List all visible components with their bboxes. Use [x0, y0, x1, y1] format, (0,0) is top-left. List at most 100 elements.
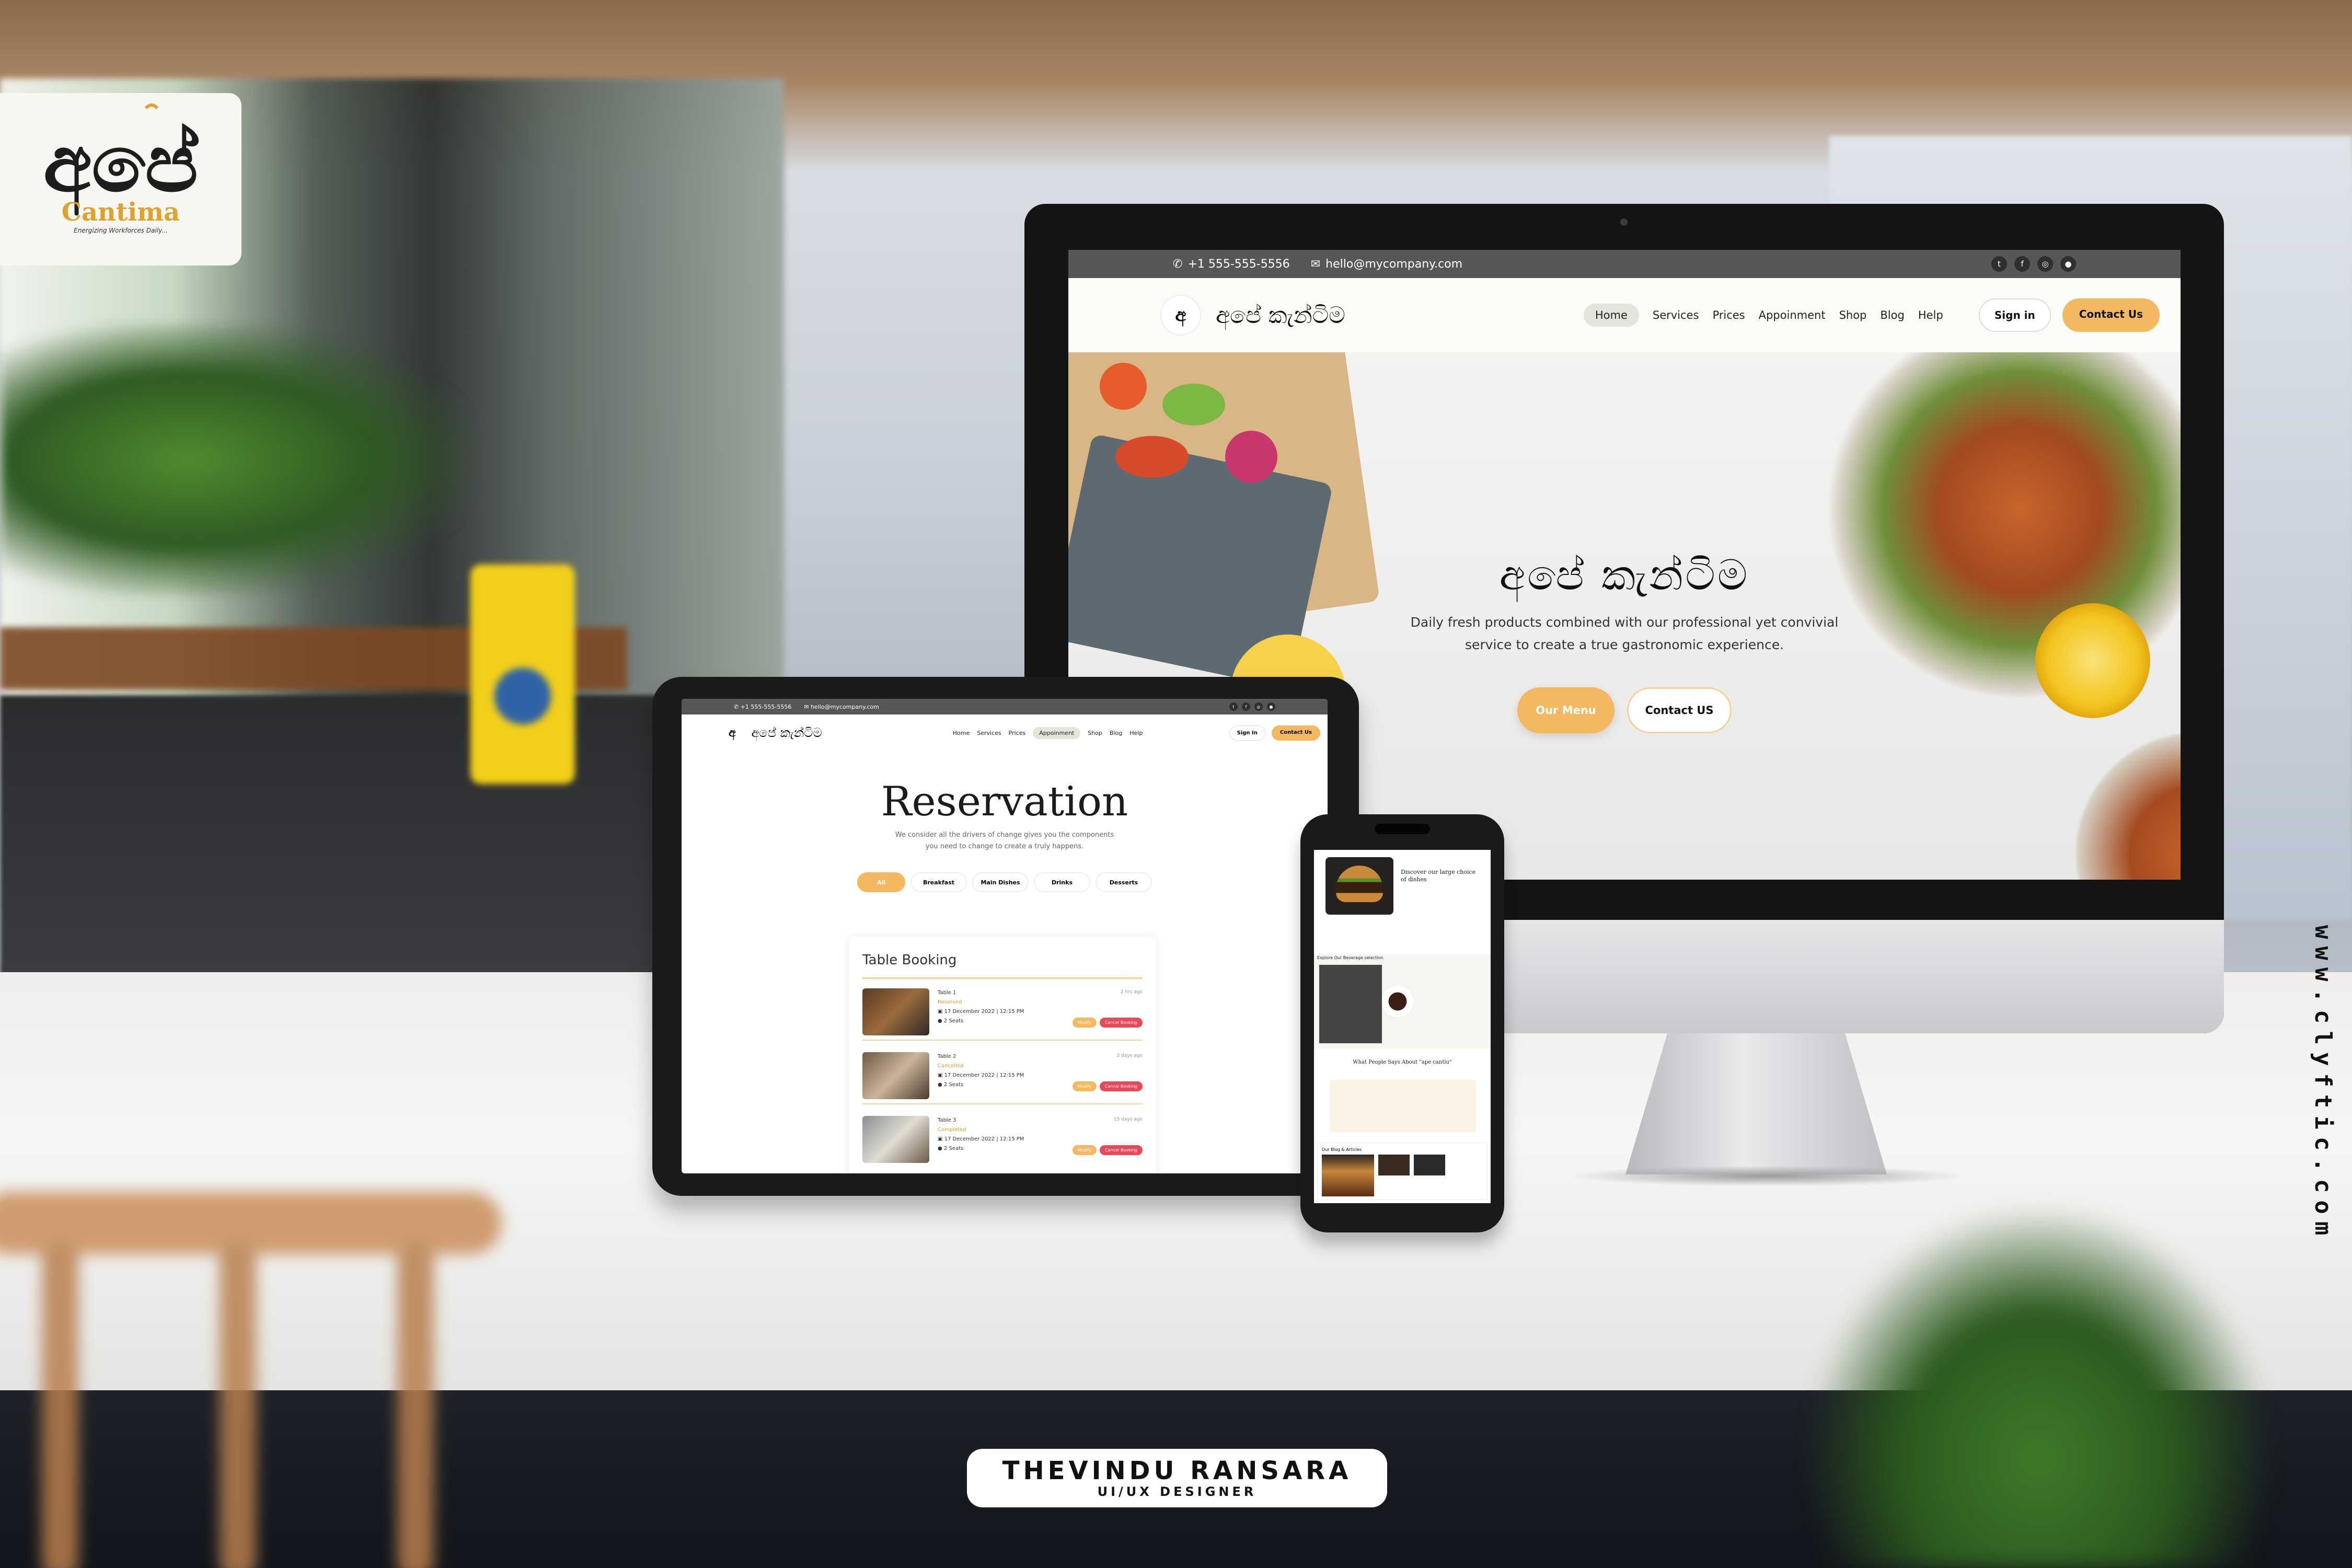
phone-contact[interactable]: ✆ +1 555-555-5556 — [1173, 258, 1290, 271]
testimonial-card[interactable] — [1330, 1080, 1476, 1132]
discover-heading: Discover our large choice of dishes — [1401, 869, 1476, 883]
hero-subtitle: Daily fresh products combined with our p… — [1410, 615, 1839, 652]
main-menu: Home Services Prices Appoinment Shop Blo… — [1583, 304, 1943, 327]
user-icon: ● — [938, 1082, 942, 1088]
site-brand-text[interactable]: අපේ කැන්ටිම — [752, 725, 822, 740]
tab-drinks[interactable]: Drinks — [1034, 872, 1090, 893]
nav-actions: Sign In Contact Us — [1229, 725, 1320, 741]
booking-row[interactable]: Table 1 Reserved ▣ 17 December 2022 | 12… — [862, 988, 1143, 1041]
hero-title: අපේ කැන්ටිම — [1499, 551, 1750, 599]
phone-contact[interactable]: ✆ +1 555-555-5556 — [734, 704, 791, 710]
website-url: www.clyftic.com — [2310, 925, 2336, 1243]
modify-button[interactable]: Modify — [1072, 1018, 1097, 1028]
nav-help[interactable]: Help — [1129, 730, 1143, 736]
main-menu: Home Services Prices Appoinment Shop Blo… — [953, 727, 1143, 739]
reservation-subtitle: We consider all the drivers of change gi… — [895, 831, 1114, 851]
designer-badge: THEVINDU RANSARA UI/UX DESIGNER — [967, 1449, 1387, 1507]
nav-home[interactable]: Home — [953, 730, 970, 736]
designer-name: THEVINDU RANSARA — [1002, 1456, 1352, 1485]
beverage-section — [1314, 954, 1491, 1048]
booking-time-ago: 2 days ago — [1116, 1053, 1143, 1058]
instagram-icon[interactable]: ◎ — [2037, 256, 2053, 272]
blog-section: Our Blog & Articles — [1317, 1143, 1488, 1200]
blurred-yellow-sign — [470, 564, 575, 784]
desktop-topbar: ✆ +1 555-555-5556 ✉ hello@mycompany.com t … — [1068, 250, 2181, 278]
cancel-booking-button[interactable]: Cancel Booking — [1100, 1145, 1143, 1155]
beverage-panel — [1319, 965, 1382, 1043]
nav-shop[interactable]: Shop — [1088, 730, 1102, 736]
tab-breakfast[interactable]: Breakfast — [910, 872, 967, 893]
blog-image[interactable] — [1414, 1155, 1445, 1175]
desktop-navbar: අ අපේ කැන්ටිම Home Services Prices Appoi… — [1068, 278, 2181, 352]
stand-shadow — [1568, 1166, 1965, 1186]
booking-row[interactable]: Table 3 Completed ▣ 17 December 2022 | 1… — [862, 1116, 1143, 1168]
email-contact[interactable]: ✉ hello@mycompany.com — [804, 704, 879, 710]
cancel-booking-button[interactable]: Cancel Booking — [1100, 1081, 1143, 1091]
nav-home[interactable]: Home — [1583, 304, 1639, 327]
our-menu-button[interactable]: Our Menu — [1517, 687, 1615, 733]
tab-all[interactable]: All — [857, 872, 905, 893]
phone-device: Discover our large choice of dishes Expl… — [1300, 814, 1504, 1232]
booking-row[interactable]: Table 2 Cancelled ▣ 17 December 2022 | 1… — [862, 1052, 1143, 1104]
contact-us-hero-button[interactable]: Contact US — [1627, 687, 1732, 733]
github-icon[interactable]: ● — [1267, 702, 1275, 711]
site-brand-text[interactable]: අපේ කැන්ටිම — [1216, 302, 1345, 329]
nav-shop[interactable]: Shop — [1839, 309, 1867, 321]
modify-button[interactable]: Modify — [1072, 1145, 1097, 1155]
phone-icon: ✆ — [1173, 257, 1183, 271]
divider — [862, 977, 1143, 979]
category-tabs: All Breakfast Main Dishes Drinks Dessert… — [682, 872, 1328, 893]
nav-prices[interactable]: Prices — [1712, 309, 1745, 321]
testimonials-heading: What People Says About "ape cantiu" — [1353, 1059, 1452, 1065]
nav-prices[interactable]: Prices — [1009, 730, 1026, 736]
veggie-decor — [1115, 436, 1189, 478]
twitter-icon[interactable]: t — [1991, 256, 2007, 272]
contact-us-button[interactable]: Contact Us — [1271, 725, 1320, 741]
tab-main-dishes[interactable]: Main Dishes — [972, 872, 1029, 893]
brand-glyph: අපේ — [43, 118, 199, 210]
nav-appointment[interactable]: Appoinment — [1759, 309, 1826, 321]
booking-time-ago: 15 days ago — [1113, 1117, 1143, 1122]
instagram-icon[interactable]: ◎ — [1254, 702, 1263, 711]
table-photo — [862, 988, 929, 1035]
sign-in-button[interactable]: Sign In — [1229, 725, 1265, 741]
cancel-booking-button[interactable]: Cancel Booking — [1100, 1018, 1143, 1028]
site-logo[interactable]: අ — [729, 727, 736, 740]
nav-help[interactable]: Help — [1918, 309, 1943, 321]
camera-icon — [1620, 218, 1628, 226]
nav-blog[interactable]: Blog — [1110, 730, 1122, 736]
veggie-decor — [1225, 431, 1277, 483]
nav-appointment[interactable]: Appoinment — [1033, 727, 1081, 739]
veggie-decor — [1100, 363, 1147, 410]
nav-blog[interactable]: Blog — [1880, 309, 1904, 321]
calendar-icon: ▣ — [938, 1009, 943, 1014]
contact-us-button[interactable]: Contact Us — [2062, 298, 2160, 332]
blog-image[interactable] — [1378, 1155, 1410, 1175]
booking-info: Table 3 Completed ▣ 17 December 2022 | 1… — [938, 1117, 1024, 1151]
food-bowl-image — [2061, 718, 2181, 880]
nav-services[interactable]: Services — [1653, 309, 1699, 321]
github-icon[interactable]: ● — [2060, 256, 2076, 272]
sign-in-button[interactable]: Sign in — [1978, 298, 2051, 332]
burger-image — [1325, 857, 1393, 915]
facebook-icon[interactable]: f — [1242, 702, 1250, 711]
table-booking-card: Table Booking Table 1 Reserved ▣ 17 Dece… — [849, 937, 1156, 1173]
booking-actions: Modify Cancel Booking — [1072, 1081, 1143, 1091]
site-logo[interactable]: අ — [1160, 295, 1201, 336]
modify-button[interactable]: Modify — [1072, 1081, 1097, 1091]
twitter-icon[interactable]: t — [1229, 702, 1238, 711]
brand-tagline: Energizing Workforces Daily... — [74, 227, 168, 234]
nav-actions: Sign in Contact Us — [1978, 298, 2160, 332]
email-contact[interactable]: ✉ hello@mycompany.com — [1311, 258, 1462, 271]
card-title: Table Booking — [862, 952, 957, 968]
blog-image[interactable] — [1322, 1155, 1374, 1196]
tab-desserts[interactable]: Desserts — [1096, 872, 1152, 893]
beverage-heading: Explore Our Beverage selection — [1317, 955, 1383, 960]
facebook-icon[interactable]: f — [2014, 256, 2030, 272]
blurred-leaves — [1803, 1202, 2274, 1568]
mail-icon: ✉ — [1310, 257, 1321, 271]
blog-heading: Our Blog & Articles — [1322, 1147, 1362, 1152]
mobile-website: Discover our large choice of dishes Expl… — [1314, 850, 1491, 1203]
nav-services[interactable]: Services — [977, 730, 1001, 736]
ipad-device: ✆ +1 555-555-5556 ✉ hello@mycompany.com … — [652, 677, 1359, 1196]
